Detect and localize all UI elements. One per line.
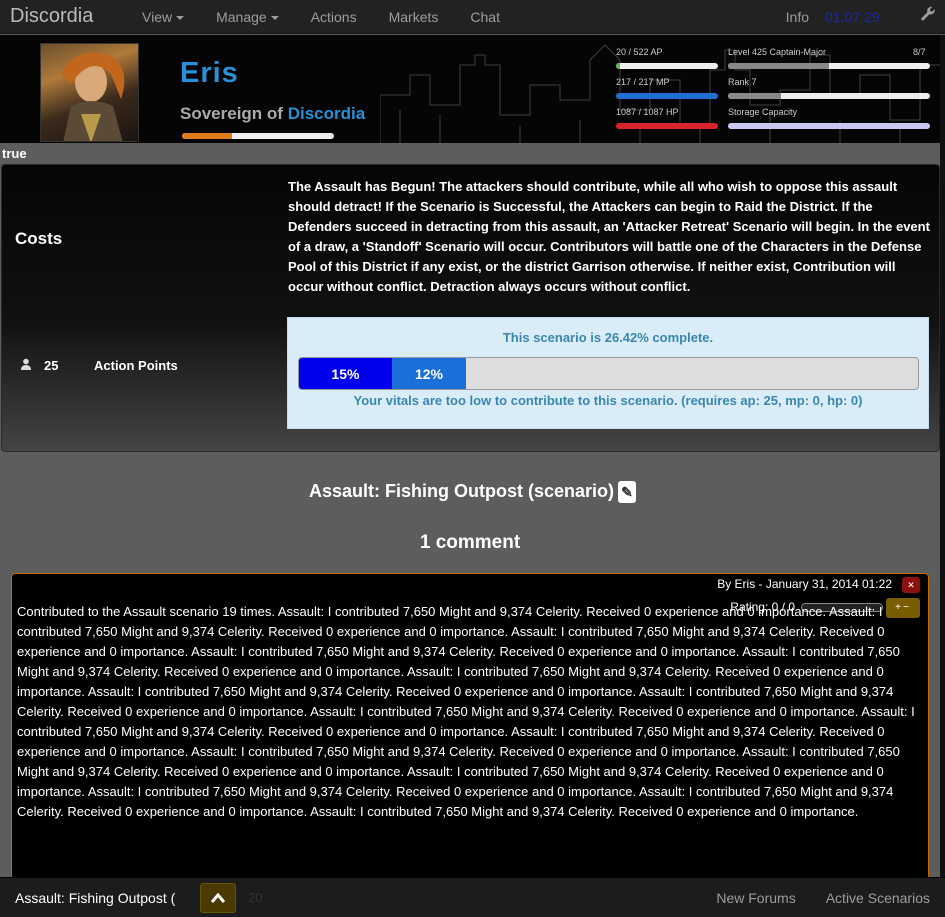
footer-faint-number: 20 xyxy=(248,890,263,905)
level-label: Level 425 Captain-Major xyxy=(728,47,827,57)
character-title: Sovereign of Discordia xyxy=(180,104,365,124)
comment-body: Contributed to the Assault scenario 19 t… xyxy=(17,604,915,819)
ap-label: 20 / 522 AP xyxy=(616,47,663,57)
cost-amount: 25 xyxy=(44,358,59,373)
chevron-down-icon xyxy=(270,15,279,20)
contribution-progress-label: 12% xyxy=(414,365,443,382)
attack-progress-segment: 15% xyxy=(299,358,392,389)
realm-link[interactable]: Discordia xyxy=(288,104,365,123)
wrench-icon[interactable] xyxy=(911,6,945,27)
nav-markets[interactable]: Markets xyxy=(373,0,455,34)
new-forums-link[interactable]: New Forums xyxy=(701,890,810,906)
nav-view[interactable]: View xyxy=(126,0,200,34)
user-icon xyxy=(20,358,32,373)
bottom-bar: Assault: Fishing Outpost ( 20 New Forums… xyxy=(0,877,945,917)
attack-progress-label: 15% xyxy=(331,365,360,382)
completion-text: This scenario is 26.42% complete. xyxy=(502,330,714,345)
cost-row: 25 Action Points xyxy=(20,358,178,373)
level-bar-fill xyxy=(728,63,829,69)
hp-label: 1087 / 1087 HP xyxy=(616,107,679,117)
nav-chat[interactable]: Chat xyxy=(454,0,516,34)
brand-logo[interactable]: Discordia xyxy=(10,5,126,28)
hp-bar-fill xyxy=(616,123,718,129)
page-scrollbar[interactable] xyxy=(940,35,945,877)
delete-icon[interactable]: ✕ xyxy=(902,577,920,593)
rank-label: Rank 7 xyxy=(728,77,757,87)
pencil-icon[interactable]: ✎ xyxy=(618,481,637,504)
ap-bar-fill xyxy=(616,63,620,69)
nav-info[interactable]: Info xyxy=(770,0,825,34)
vitals-warning: Your vitals are too low to contribute to… xyxy=(353,393,863,408)
xp-progress-fill xyxy=(182,133,233,139)
scenario-title: Assault: Fishing Outpost (scenario) ✎ xyxy=(0,481,945,504)
footer-page-title: Assault: Fishing Outpost ( xyxy=(15,889,176,906)
scenario-progress-bar: 15% 12% xyxy=(298,357,919,390)
mp-bar xyxy=(616,93,718,99)
active-scenarios-link[interactable]: Active Scenarios xyxy=(811,890,945,906)
status-label: true xyxy=(2,146,27,161)
rank-bar-fill xyxy=(728,93,781,99)
character-portrait[interactable] xyxy=(40,43,139,142)
server-clock: 01:07:29 xyxy=(825,8,880,25)
contribution-progress-segment: 12% xyxy=(391,358,467,389)
level-extra: 8/7 xyxy=(913,47,926,57)
comment-meta: By Eris - January 31, 2014 01:22 xyxy=(717,577,892,591)
nav-manage[interactable]: Manage xyxy=(200,0,295,34)
costs-heading: Costs xyxy=(15,229,63,248)
top-navbar: Discordia View Manage Actions Markets Ch… xyxy=(0,0,945,34)
ap-bar xyxy=(616,63,718,69)
character-header: Eris Sovereign of Discordia 20 / 522 AP … xyxy=(0,35,945,143)
hp-bar xyxy=(616,123,718,129)
storage-bar xyxy=(728,123,930,129)
title-prefix: Sovereign of xyxy=(180,104,288,123)
scenario-description: The Assault has Begun! The attackers sho… xyxy=(288,179,930,294)
scroll-top-button[interactable] xyxy=(200,882,236,913)
mp-bar-fill xyxy=(616,93,718,99)
level-bar xyxy=(728,63,930,69)
xp-progress-bar xyxy=(182,133,334,139)
nav-manage-label: Manage xyxy=(216,8,267,25)
scenario-panel: Costs 25 Action Points The Assault has B… xyxy=(1,164,940,452)
comments-heading: 1 comment xyxy=(419,532,521,553)
character-name[interactable]: Eris xyxy=(180,57,239,90)
comment-card: By Eris - January 31, 2014 01:22 ✕ Ratin… xyxy=(11,573,929,893)
mp-label: 217 / 217 MP xyxy=(616,77,670,87)
storage-label: Storage Capacity xyxy=(728,107,798,117)
chevron-up-icon xyxy=(211,892,225,903)
nav-view-label: View xyxy=(142,8,173,25)
scenario-title-text: Assault: Fishing Outpost (scenario) xyxy=(308,481,615,501)
cost-unit: Action Points xyxy=(94,358,178,373)
chevron-down-icon xyxy=(176,15,185,20)
rank-bar xyxy=(728,93,930,99)
nav-actions[interactable]: Actions xyxy=(295,0,373,34)
scenario-progress-box: This scenario is 26.42% complete. 15% 12… xyxy=(287,317,929,429)
